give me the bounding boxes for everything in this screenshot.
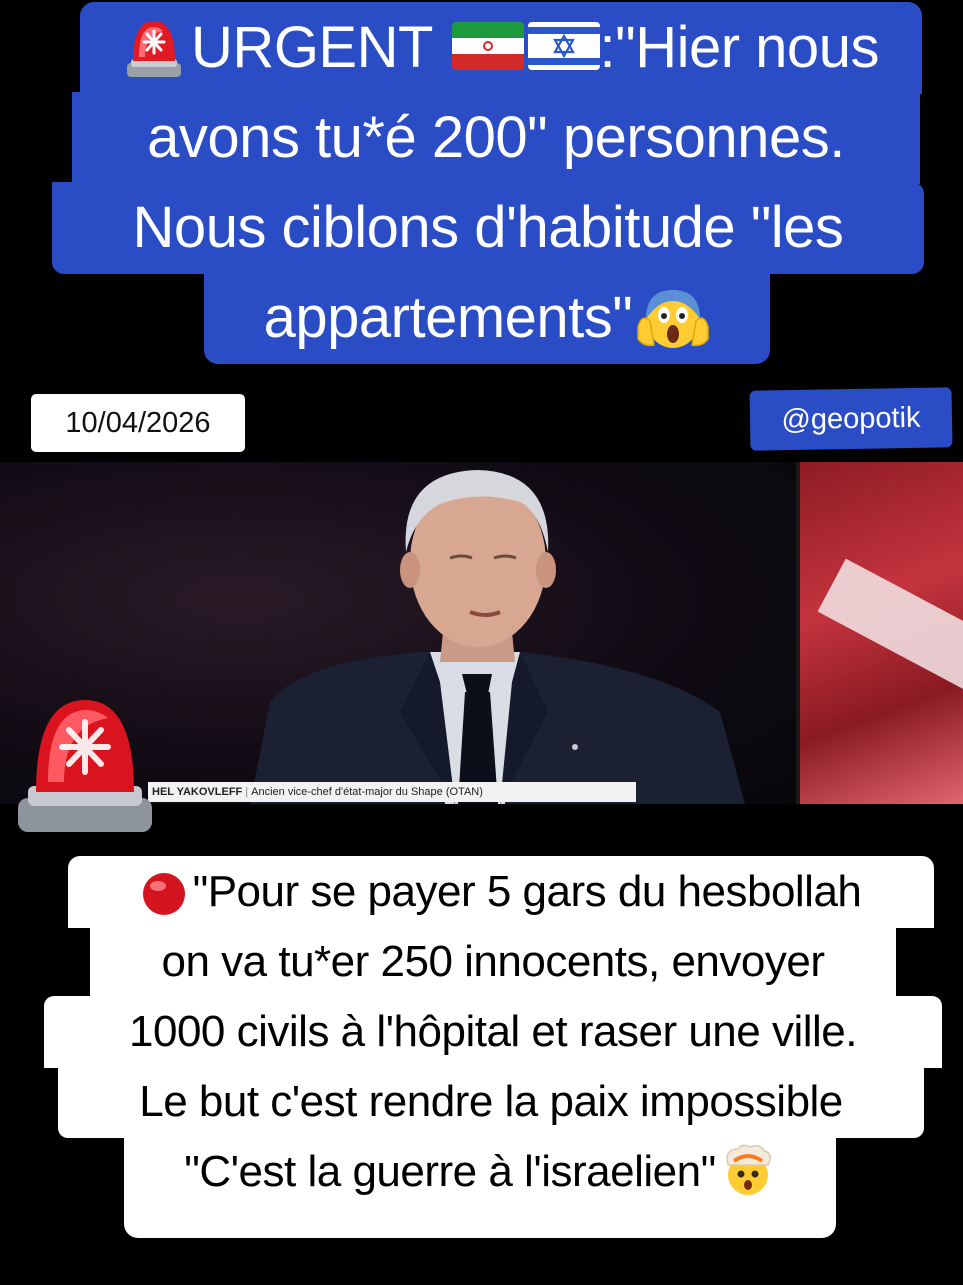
red-circle-icon [141, 867, 187, 916]
lower-third-name: HEL YAKOVLEFF [152, 786, 243, 798]
exploding-head-icon [720, 1143, 776, 1197]
iran-flag-icon [451, 21, 524, 70]
lower-third-banner: HEL YAKOVLEFF | Ancien vice-chef d'état-ma… [148, 782, 636, 802]
headline-line-3-text: Nous ciblons d'habitude "les [132, 195, 844, 260]
headline-line-1: URGENT :"Hier nous [80, 2, 922, 94]
headline-caption: URGENT :"Hier nous avons tu*é 200" perso… [0, 0, 963, 380]
headline-line-2-text: avons tu*é 200" personnes. [147, 105, 845, 170]
quote-line-3: 1000 civils à l'hôpital et raser une vil… [44, 996, 942, 1068]
quote-line-4: Le but c'est rendre la paix impossible [58, 1066, 924, 1138]
urgent-label: URGENT [191, 15, 432, 80]
israel-flag-icon [527, 21, 600, 70]
headline-line-1-text: :"Hier nous [599, 15, 880, 80]
headline-line-4-text: appartements" [263, 285, 633, 350]
quote-line-5-text: "C'est la guerre à l'israelien" [184, 1147, 716, 1196]
quote-line-5: "C'est la guerre à l'israelien" [124, 1136, 836, 1238]
headline-line-2: avons tu*é 200" personnes. [72, 92, 920, 184]
quote-line-2: on va tu*er 250 innocents, envoyer [90, 926, 896, 998]
face-screaming-icon [636, 286, 710, 350]
quote-line-4-text: Le but c'est rendre la paix impossible [139, 1077, 843, 1126]
account-handle[interactable]: @geopotik [749, 387, 953, 451]
headline-line-3: Nous ciblons d'habitude "les [52, 182, 924, 274]
date-label: 10/04/2026 [31, 394, 245, 452]
quote-line-3-text: 1000 civils à l'hôpital et raser une vil… [129, 1007, 857, 1056]
quote-line-1: "Pour se payer 5 gars du hesbollah [68, 856, 934, 928]
lower-third-title: Ancien vice-chef d'état-major du Shape (… [251, 786, 483, 798]
headline-line-4: appartements" [204, 272, 770, 364]
police-siren-icon [18, 700, 152, 832]
quote-line-1-text: "Pour se payer 5 gars du hesbollah [192, 867, 862, 916]
quote-line-2-text: on va tu*er 250 innocents, envoyer [161, 937, 825, 986]
police-siren-icon [123, 13, 185, 79]
